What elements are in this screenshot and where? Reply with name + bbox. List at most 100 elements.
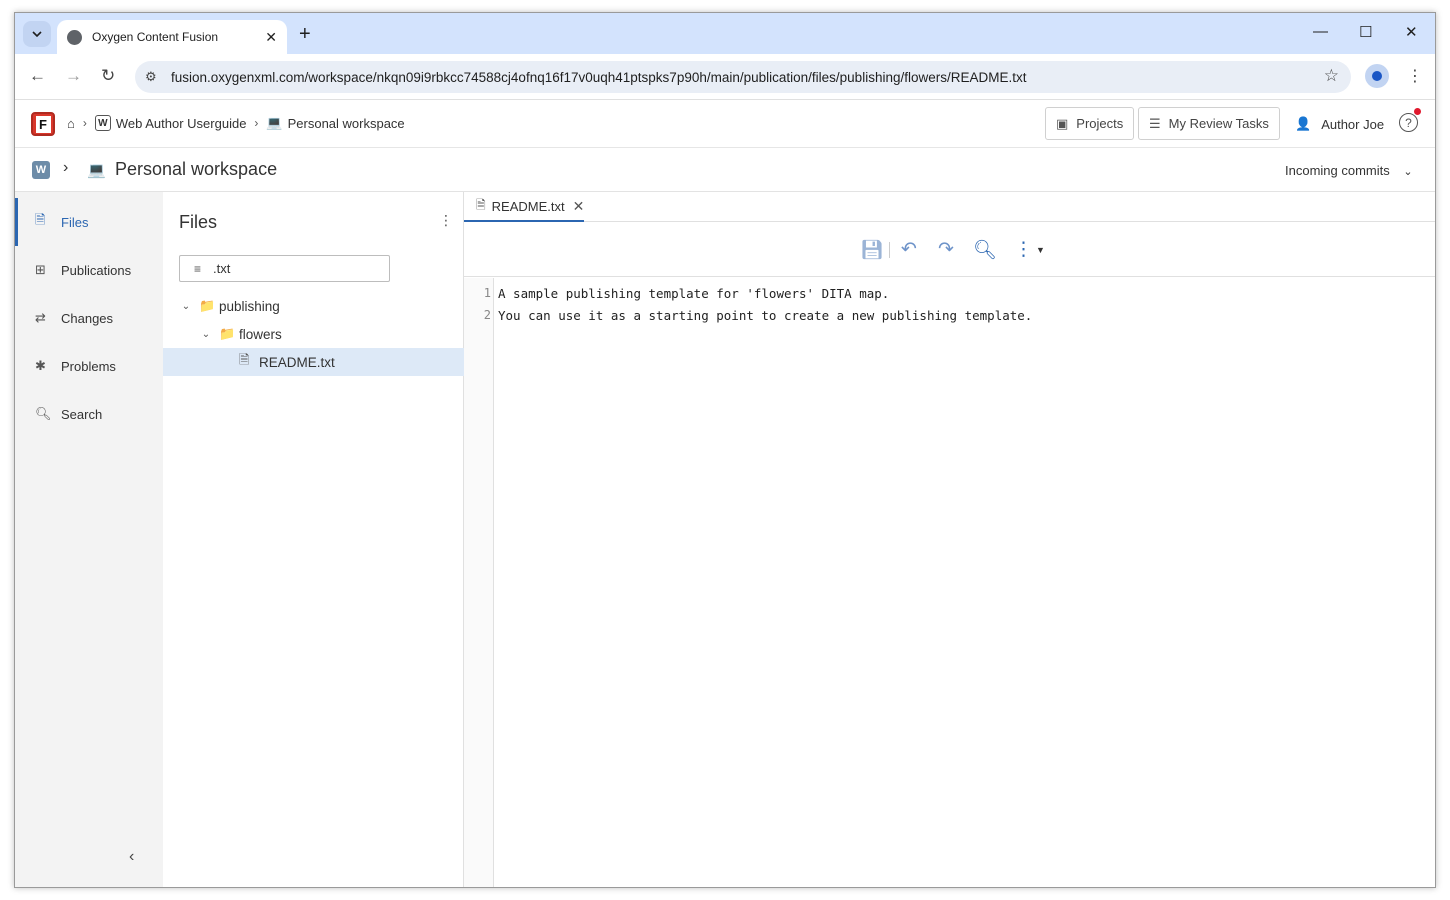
workspace-title: Personal workspace (115, 159, 278, 179)
file-icon: 🗎 (35, 212, 46, 227)
editor-panel: 🗎 README.txt ✕ 💾︎ ↶ ↷ 🔍︎ ⋮ ▼ 1 2 A sampl… (464, 192, 1435, 887)
maximize-icon[interactable]: ☐ (1359, 23, 1372, 41)
files-panel-title: Files (179, 212, 218, 232)
code-line[interactable]: A sample publishing template for 'flower… (498, 286, 889, 301)
breadcrumb: ⌂ › W Web Author Userguide › 💻 Personal … (67, 115, 405, 131)
tree-item-label: flowers (239, 326, 282, 342)
user-menu[interactable]: 👤 Author Joe (1295, 116, 1384, 132)
sidebar-item-publications[interactable]: ⊞ Publications (15, 246, 163, 294)
editor-toolbar: 💾︎ ↶ ↷ 🔍︎ ⋮ ▼ (464, 222, 1435, 277)
editor-tab[interactable]: 🗎 README.txt ✕ (464, 192, 584, 222)
sidebar-item-label: Search (61, 406, 103, 422)
browser-toolbar: ← → ↻ ⚙ fusion.oxygenxml.com/workspace/n… (15, 54, 1435, 100)
code-line[interactable]: You can use it as a starting point to cr… (498, 308, 1032, 323)
browser-tabstrip: Oxygen Content Fusion ✕ + — ☐ ✕ (15, 13, 1435, 54)
line-number: 2 (483, 308, 491, 322)
files-panel: Files ⋮ ≡ .txt ⌄ 📁 publishing ⌄ 📁 flower… (163, 192, 464, 887)
projects-icon: ▣ (1056, 115, 1069, 131)
close-tab-icon[interactable]: ✕ (265, 29, 277, 46)
site-favicon-icon (67, 29, 82, 45)
help-icon[interactable]: ? (1399, 113, 1418, 132)
incoming-commits-dropdown[interactable]: Incoming commits ⌄ (1285, 163, 1413, 178)
list-icon: ☰ (1149, 115, 1161, 131)
tree-item-label: publishing (219, 298, 280, 314)
sidebar-item-search[interactable]: 🔍︎ Search (15, 390, 163, 438)
file-filter-input[interactable]: ≡ .txt (179, 255, 390, 282)
home-icon[interactable]: ⌂ (67, 116, 75, 131)
person-icon (1372, 71, 1382, 81)
sidebar: 🗎 Files ⊞ Publications ⇄ Changes ✱ Probl… (15, 192, 163, 887)
more-actions-icon[interactable]: ⋮ (1014, 238, 1033, 261)
new-tab-icon[interactable]: + (299, 23, 311, 46)
review-tasks-label: My Review Tasks (1168, 116, 1269, 131)
tree-item-label: README.txt (259, 354, 335, 370)
project-w-icon[interactable]: W (32, 161, 50, 179)
site-settings-icon[interactable]: ⚙ (145, 69, 157, 85)
workspace-bar: W › 💻 Personal workspace Incoming commit… (15, 148, 1435, 192)
sidebar-item-label: Files (61, 214, 89, 230)
tree-icon: ⊞ (35, 262, 46, 277)
review-tasks-button[interactable]: ☰ My Review Tasks (1138, 107, 1280, 140)
close-window-icon[interactable]: ✕ (1405, 23, 1418, 41)
profile-avatar[interactable] (1365, 64, 1389, 88)
save-icon[interactable]: 💾︎ (860, 238, 884, 262)
breadcrumb-workspace[interactable]: Personal workspace (288, 116, 405, 131)
sidebar-item-label: Publications (61, 262, 132, 278)
dropdown-arrow-icon[interactable]: ▼ (1036, 245, 1045, 255)
filter-value: .txt (213, 261, 231, 276)
chevron-down-icon (32, 31, 42, 37)
back-icon[interactable]: ← (29, 66, 46, 86)
browser-menu-icon[interactable]: ⋮ (1407, 66, 1423, 86)
tree-row[interactable]: ⌄ 📁 flowers (163, 320, 464, 348)
redo-icon[interactable]: ↷ (938, 238, 954, 261)
folder-icon: 📁 (199, 298, 216, 313)
forward-icon[interactable]: → (65, 66, 82, 86)
chevron-down-icon: ⌄ (1403, 166, 1413, 178)
incoming-commits-label: Incoming commits (1285, 163, 1390, 178)
projects-button[interactable]: ▣ Projects (1045, 107, 1135, 140)
editor-tab-label: README.txt (491, 198, 565, 214)
notification-dot (1414, 108, 1421, 115)
laptop-icon: 💻 (87, 162, 106, 179)
sidebar-item-problems[interactable]: ✱ Problems (15, 342, 163, 390)
bug-icon: ✱ (35, 358, 46, 373)
editor-tabs: 🗎 README.txt ✕ (464, 192, 1435, 222)
chevron-right-icon: › (63, 159, 69, 176)
sidebar-item-files[interactable]: 🗎 Files (15, 198, 163, 246)
browser-window: Oxygen Content Fusion ✕ + — ☐ ✕ ← → ↻ ⚙ … (14, 12, 1436, 888)
tab-search-button[interactable] (23, 21, 51, 47)
sidebar-item-label: Problems (61, 358, 116, 374)
address-bar[interactable]: ⚙ fusion.oxygenxml.com/workspace/nkqn09i… (135, 61, 1351, 93)
minimize-icon[interactable]: — (1313, 23, 1328, 40)
user-icon: 👤 (1295, 116, 1312, 131)
toolbar-divider (889, 242, 890, 258)
tree-row[interactable]: ⌄ 📁 publishing (163, 292, 464, 320)
reload-icon[interactable]: ↻ (101, 66, 115, 86)
files-menu-icon[interactable]: ⋮ (439, 212, 453, 229)
chevron-down-icon[interactable]: ⌄ (179, 301, 193, 312)
bookmark-star-icon[interactable]: ☆ (1324, 66, 1339, 86)
undo-icon[interactable]: ↶ (901, 238, 917, 261)
projects-label: Projects (1076, 116, 1124, 131)
browser-tab-title: Oxygen Content Fusion (92, 30, 219, 44)
laptop-icon: 💻 (266, 115, 283, 130)
file-icon: 🗎 (476, 197, 486, 212)
collapse-sidebar-icon[interactable]: ‹ (129, 848, 134, 866)
close-tab-icon[interactable]: ✕ (573, 198, 585, 215)
find-icon[interactable]: 🔍︎ (973, 238, 997, 262)
sidebar-item-changes[interactable]: ⇄ Changes (15, 294, 163, 342)
app-header: F ⌂ › W Web Author Userguide › 💻 Persona… (15, 100, 1435, 148)
tree-row-selected[interactable]: 🗎 README.txt (163, 348, 464, 376)
user-name: Author Joe (1321, 116, 1385, 132)
chevron-right-icon: › (82, 116, 87, 130)
url-text: fusion.oxygenxml.com/workspace/nkqn09i9r… (171, 69, 1027, 85)
sidebar-item-label: Changes (61, 310, 114, 326)
project-w-icon: W (94, 115, 111, 131)
breadcrumb-project[interactable]: Web Author Userguide (116, 116, 247, 131)
fusion-logo[interactable]: F (31, 112, 55, 136)
search-icon: 🔍︎ (35, 406, 52, 421)
file-icon: 🗎 (239, 352, 250, 367)
chevron-down-icon[interactable]: ⌄ (199, 329, 213, 340)
folder-icon: 📁 (219, 326, 236, 341)
browser-tab[interactable]: Oxygen Content Fusion ✕ (57, 20, 287, 54)
